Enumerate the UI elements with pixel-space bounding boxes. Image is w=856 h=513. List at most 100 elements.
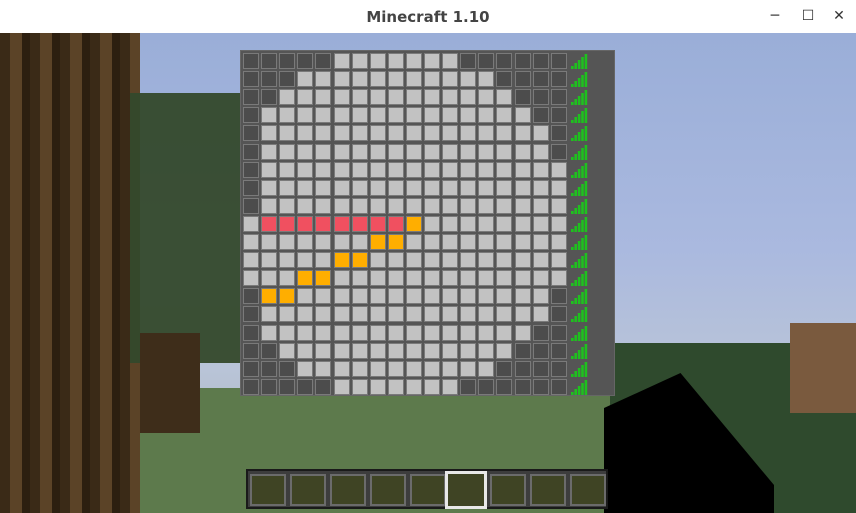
signal-strength-icon [570, 379, 587, 395]
hotbar-slot[interactable] [370, 474, 406, 506]
board-wall-cell [297, 53, 314, 69]
board-cell [405, 288, 422, 305]
board-cell [514, 252, 531, 269]
game-viewport[interactable] [0, 33, 856, 513]
board-cell [333, 143, 350, 160]
board-wall-cell [532, 107, 549, 124]
board-cell [478, 306, 495, 323]
hotbar-slot[interactable] [490, 474, 526, 506]
board-cell [243, 234, 259, 250]
board-cell [333, 197, 350, 214]
board-cell [514, 234, 531, 250]
board-wall-cell [261, 71, 278, 88]
board-cell [315, 234, 332, 250]
board-cell [297, 143, 314, 160]
board-cell [532, 270, 549, 287]
board-cell [424, 215, 440, 232]
board-cell [496, 89, 513, 106]
window-title: Minecraft 1.10 [366, 8, 490, 26]
board-cell [442, 89, 459, 106]
board-wall-cell [478, 378, 495, 395]
board-cell [261, 107, 278, 124]
board-cell [496, 342, 513, 359]
minimize-button[interactable]: ─ [762, 4, 788, 28]
board-cell [369, 306, 386, 323]
snake-body-cell [261, 215, 278, 232]
board-cell [387, 270, 404, 287]
board-wall-cell [243, 324, 259, 341]
board-cell [261, 270, 278, 287]
board-cell [550, 252, 567, 269]
board-cell [369, 53, 386, 69]
board-wall-cell [261, 53, 278, 69]
signal-strength-icon [570, 253, 587, 269]
board-cell [369, 360, 386, 377]
board-wall-cell [460, 378, 477, 395]
hotbar-slot[interactable] [330, 474, 366, 506]
board-cell [315, 125, 332, 142]
board-cell [351, 324, 368, 341]
hotbar-slot[interactable] [410, 474, 446, 506]
board-wall-cell [261, 360, 278, 377]
board-cell [351, 378, 368, 395]
board-cell [442, 288, 459, 305]
board-cell [478, 107, 495, 124]
board-cell [442, 252, 459, 269]
board-cell [243, 215, 259, 232]
board-cell [333, 306, 350, 323]
maximize-button[interactable]: ☐ [795, 4, 821, 28]
signal-strength-icon [570, 235, 587, 250]
board-cell [297, 252, 314, 269]
snake-trail-cell [261, 288, 278, 305]
hotbar-slot[interactable] [530, 474, 566, 506]
board-cell [297, 288, 314, 305]
board-cell [351, 288, 368, 305]
hotbar-slot[interactable] [445, 471, 487, 509]
board-cell [460, 125, 477, 142]
board-cell [405, 342, 422, 359]
board-cell [478, 252, 495, 269]
board-wall-cell [243, 71, 259, 88]
board-wall-cell [550, 288, 567, 305]
board-cell [514, 270, 531, 287]
board-cell [460, 197, 477, 214]
board-wall-cell [243, 107, 259, 124]
board-cell [279, 143, 296, 160]
board-cell [405, 71, 422, 88]
board-cell [532, 252, 549, 269]
board-cell [424, 378, 440, 395]
board-cell [333, 161, 350, 178]
board-cell [369, 252, 386, 269]
hotbar-slot[interactable] [290, 474, 326, 506]
board-cell [333, 342, 350, 359]
board-cell [261, 306, 278, 323]
signal-strength-icon [570, 72, 587, 88]
board-cell [496, 143, 513, 160]
board-wall-cell [532, 71, 549, 88]
board-cell [279, 107, 296, 124]
signal-strength-icon [570, 126, 587, 142]
board-wall-cell [315, 378, 332, 395]
board-cell [369, 71, 386, 88]
board-cell [261, 197, 278, 214]
board-cell [496, 179, 513, 196]
board-wall-cell [261, 342, 278, 359]
board-cell [405, 324, 422, 341]
board-cell [460, 342, 477, 359]
board-wall-cell [550, 107, 567, 124]
close-button[interactable]: ✕ [826, 4, 852, 28]
board-cell [424, 234, 440, 250]
board-cell [261, 161, 278, 178]
board-cell [514, 197, 531, 214]
board-cell [496, 215, 513, 232]
signal-strength-icon [570, 307, 587, 323]
board-wall-cell [478, 53, 495, 69]
board-wall-cell [532, 360, 549, 377]
board-cell [478, 125, 495, 142]
hotbar-slot[interactable] [570, 474, 606, 506]
hotbar-slot[interactable] [250, 474, 286, 506]
board-wall-cell [514, 378, 531, 395]
board-cell [279, 89, 296, 106]
board-cell [478, 288, 495, 305]
board-cell [514, 107, 531, 124]
